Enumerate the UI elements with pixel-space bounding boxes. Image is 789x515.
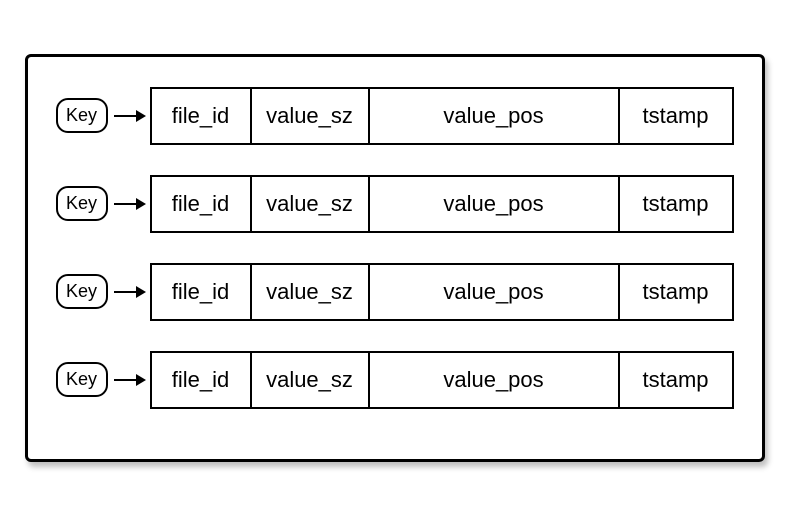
field-file-id: file_id — [150, 87, 250, 145]
arrow-icon — [114, 286, 146, 298]
keydir-row: Key file_id value_sz value_pos tstamp — [56, 351, 734, 409]
field-file-id: file_id — [150, 351, 250, 409]
record-fields: file_id value_sz value_pos tstamp — [150, 351, 734, 409]
field-value-pos: value_pos — [368, 263, 618, 321]
field-tstamp: tstamp — [618, 175, 734, 233]
key-node: Key — [56, 98, 108, 134]
field-value-pos: value_pos — [368, 87, 618, 145]
keydir-row: Key file_id value_sz value_pos tstamp — [56, 263, 734, 321]
keydir-row: Key file_id value_sz value_pos tstamp — [56, 175, 734, 233]
field-value-pos: value_pos — [368, 351, 618, 409]
field-value-sz: value_sz — [250, 351, 368, 409]
field-file-id: file_id — [150, 175, 250, 233]
record-fields: file_id value_sz value_pos tstamp — [150, 87, 734, 145]
field-tstamp: tstamp — [618, 263, 734, 321]
record-fields: file_id value_sz value_pos tstamp — [150, 175, 734, 233]
record-fields: file_id value_sz value_pos tstamp — [150, 263, 734, 321]
key-node: Key — [56, 274, 108, 310]
key-node: Key — [56, 186, 108, 222]
field-file-id: file_id — [150, 263, 250, 321]
keydir-row: Key file_id value_sz value_pos tstamp — [56, 87, 734, 145]
field-value-sz: value_sz — [250, 175, 368, 233]
field-value-sz: value_sz — [250, 263, 368, 321]
arrow-icon — [114, 110, 146, 122]
key-node: Key — [56, 362, 108, 398]
arrow-icon — [114, 198, 146, 210]
arrow-icon — [114, 374, 146, 386]
field-value-pos: value_pos — [368, 175, 618, 233]
field-tstamp: tstamp — [618, 87, 734, 145]
field-tstamp: tstamp — [618, 351, 734, 409]
field-value-sz: value_sz — [250, 87, 368, 145]
diagram-frame: Key file_id value_sz value_pos tstamp Ke… — [25, 54, 765, 462]
